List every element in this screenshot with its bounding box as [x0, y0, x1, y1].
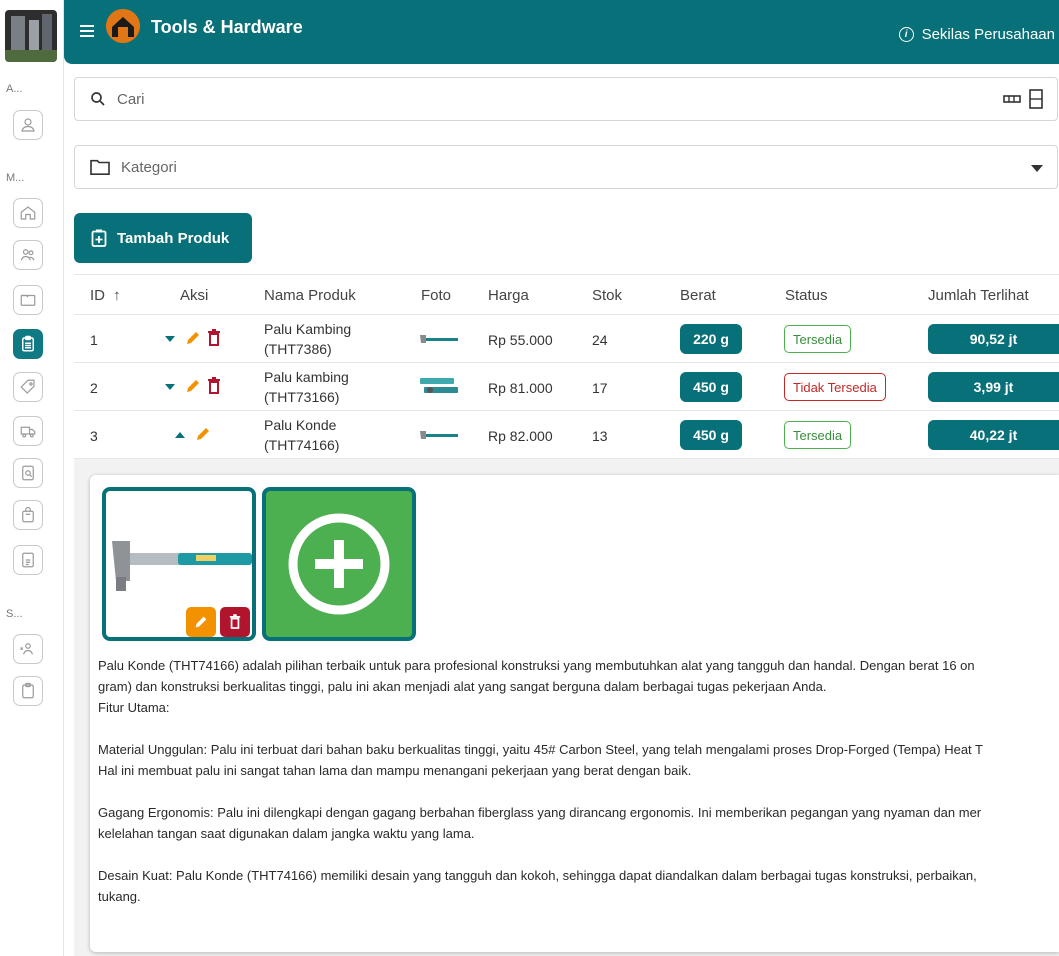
edit-pencil-icon[interactable] — [194, 425, 212, 443]
search-input[interactable]: Cari — [74, 77, 1058, 121]
products-clipboard-icon[interactable] — [13, 329, 43, 359]
view-columns-icon[interactable] — [1003, 93, 1021, 105]
add-product-button[interactable]: Tambah Produk — [74, 213, 252, 263]
column-header-jumlah-terlihat[interactable]: Jumlah Terlihat — [928, 287, 1029, 304]
plus-circle-icon — [288, 513, 390, 615]
expand-row-icon[interactable] — [164, 383, 176, 391]
table-row[interactable]: 1 Palu Kambing (THT7386) Rp 55.000 24 22… — [74, 315, 1059, 363]
delete-trash-icon[interactable] — [207, 329, 221, 347]
product-detail-card: Palu Konde (THT74166) adalah pilihan ter… — [90, 475, 1059, 952]
column-header-id[interactable]: ID ↑ — [90, 287, 121, 304]
trash-icon — [229, 614, 241, 629]
weight-badge: 220 g — [680, 324, 742, 354]
status-badge: Tersedia — [784, 325, 852, 353]
collapse-row-icon[interactable] — [174, 431, 186, 439]
pencil-icon — [195, 616, 207, 628]
product-price: Rp 82.000 — [488, 428, 553, 444]
tag-icon[interactable] — [13, 372, 43, 402]
row-id: 1 — [90, 332, 98, 348]
product-stock: 13 — [592, 428, 608, 444]
rail-section-m: M... — [6, 172, 25, 184]
product-name: Palu Konde (THT74166) — [264, 417, 340, 453]
product-name: Palu kambing (THT73166) — [264, 369, 349, 405]
search-icon — [91, 92, 105, 106]
column-header-stok[interactable]: Stok — [592, 287, 622, 304]
column-header-berat[interactable]: Berat — [680, 287, 716, 304]
side-rail: A... M... S... — [0, 0, 64, 956]
edit-pencil-icon[interactable] — [184, 329, 202, 347]
rail-section-a: A... — [6, 83, 23, 95]
weight-badge: 450 g — [680, 372, 742, 402]
clipboard-blank-icon[interactable] — [13, 676, 43, 706]
app-header: Tools & Hardware i Sekilas Perusahaan — [64, 0, 1059, 64]
product-photo-thumbnail[interactable] — [416, 333, 460, 345]
about-company-label: Sekilas Perusahaan — [921, 26, 1055, 43]
about-company-link[interactable]: i Sekilas Perusahaan — [898, 26, 1055, 43]
weight-badge: 450 g — [680, 420, 742, 450]
row-id: 2 — [90, 380, 98, 396]
edit-image-button[interactable] — [186, 607, 216, 637]
truck-icon[interactable] — [13, 416, 43, 446]
folder-icon — [90, 159, 110, 176]
table-header: ID ↑ Aksi Nama Produk Foto Harga Stok Be… — [74, 274, 1059, 315]
column-header-foto[interactable]: Foto — [421, 287, 451, 304]
search-document-icon[interactable] — [13, 458, 43, 488]
column-header-harga[interactable]: Harga — [488, 287, 529, 304]
density-icon[interactable] — [1029, 89, 1043, 109]
product-description: Palu Konde (THT74166) adalah pilihan ter… — [98, 658, 983, 904]
delete-image-button[interactable] — [220, 607, 250, 637]
product-image-card[interactable] — [102, 487, 256, 641]
views-count-badge: 40,22 jt — [928, 420, 1059, 450]
column-header-aksi[interactable]: Aksi — [180, 287, 208, 304]
table-row[interactable]: 3 Palu Konde (THT74166) Rp 82.000 13 450… — [74, 411, 1059, 459]
document-icon[interactable] — [13, 545, 43, 575]
category-placeholder: Kategori — [121, 159, 177, 176]
views-count-badge: 90,52 jt — [928, 324, 1059, 354]
expand-row-icon[interactable] — [164, 335, 176, 343]
home-icon[interactable] — [13, 198, 43, 228]
table-row[interactable]: 2 Palu kambing (THT73166) Rp 81.000 17 4… — [74, 363, 1059, 411]
edit-pencil-icon[interactable] — [184, 377, 202, 395]
product-stock: 17 — [592, 380, 608, 396]
people-remove-icon[interactable] — [13, 634, 43, 664]
column-header-status[interactable]: Status — [785, 287, 828, 304]
sort-ascending-icon: ↑ — [113, 287, 121, 304]
app-title: Tools & Hardware — [151, 17, 303, 37]
views-count-badge: 3,99 jt — [928, 372, 1059, 402]
product-name: Palu Kambing (THT7386) — [264, 321, 352, 357]
shopping-bag-icon[interactable] — [13, 500, 43, 530]
search-placeholder: Cari — [117, 91, 145, 108]
rail-section-s: S... — [6, 608, 23, 620]
add-clipboard-icon — [91, 229, 107, 247]
row-id: 3 — [90, 428, 98, 444]
users-icon[interactable] — [13, 240, 43, 270]
add-product-label: Tambah Produk — [117, 229, 230, 247]
company-logo[interactable] — [5, 10, 57, 62]
product-price: Rp 81.000 — [488, 380, 553, 396]
menu-icon[interactable] — [80, 24, 98, 40]
brand-logo-icon — [106, 9, 140, 43]
chevron-down-icon — [1031, 165, 1043, 172]
expanded-row-panel: Palu Konde (THT74166) adalah pilihan ter… — [74, 459, 1059, 956]
folder-icon[interactable] — [13, 285, 43, 315]
column-header-nama-produk[interactable]: Nama Produk — [264, 287, 356, 304]
profile-icon[interactable] — [13, 110, 43, 140]
product-stock: 24 — [592, 332, 608, 348]
status-badge: Tidak Tersedia — [784, 373, 886, 401]
delete-trash-icon[interactable] — [207, 377, 221, 395]
category-select[interactable]: Kategori — [74, 145, 1058, 189]
status-badge: Tersedia — [784, 421, 852, 449]
add-image-button[interactable] — [262, 487, 416, 641]
info-icon: i — [898, 27, 914, 42]
product-price: Rp 55.000 — [488, 332, 553, 348]
product-photo-thumbnail[interactable] — [416, 429, 460, 441]
product-photo-thumbnail[interactable] — [416, 376, 460, 396]
